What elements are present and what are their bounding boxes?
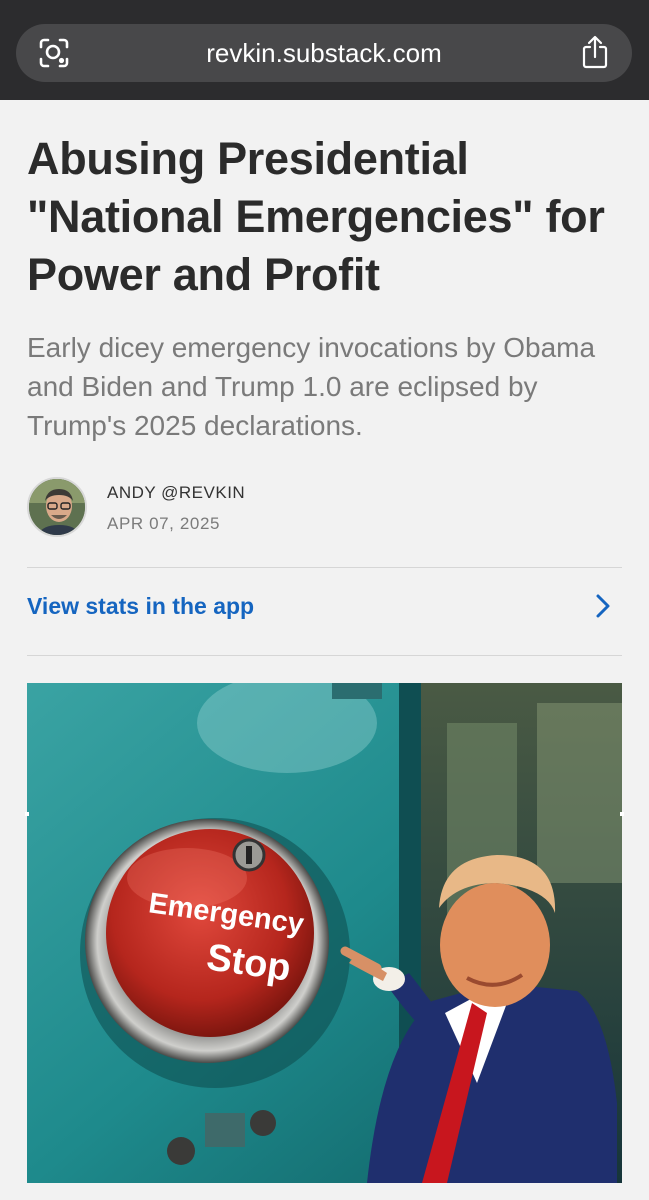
author-avatar[interactable] <box>27 477 87 537</box>
author-name[interactable]: ANDY @REVKIN <box>107 483 245 503</box>
share-icon[interactable] <box>580 35 610 69</box>
address-bar[interactable]: revkin.substack.com <box>16 24 632 82</box>
image-edge-handle <box>620 812 624 816</box>
image-edge-handle <box>25 812 29 816</box>
url-text[interactable]: revkin.substack.com <box>16 38 632 69</box>
chevron-right-icon[interactable] <box>594 592 612 620</box>
publish-date: APR 07, 2025 <box>107 514 221 533</box>
view-stats-link[interactable]: View stats in the app <box>27 578 622 634</box>
hero-image[interactable]: Emergency Stop <box>27 683 622 1183</box>
view-stats-label[interactable]: View stats in the app <box>27 593 254 620</box>
article-content: Abusing Presidential "National Emergenci… <box>0 100 649 1200</box>
divider <box>27 655 622 656</box>
article-title: Abusing Presidential "National Emergenci… <box>27 133 605 300</box>
divider <box>27 567 622 568</box>
article-subtitle: Early dicey emergency invocations by Oba… <box>27 332 596 441</box>
browser-toolbar: revkin.substack.com <box>0 0 649 100</box>
